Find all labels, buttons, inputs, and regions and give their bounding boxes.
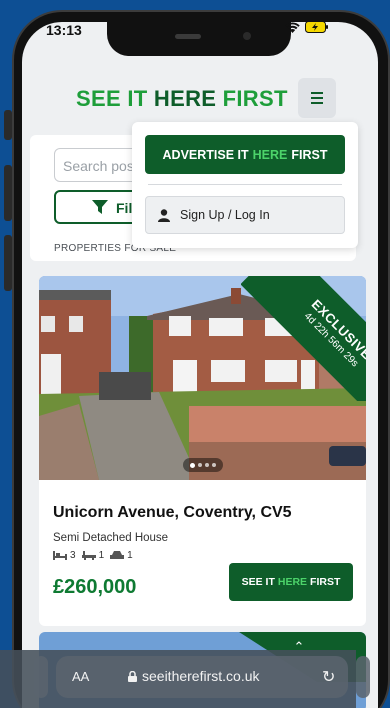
menu-button[interactable]	[298, 78, 336, 118]
property-price: £260,000	[53, 576, 137, 598]
tab-right[interactable]	[356, 656, 370, 698]
filter-icon	[92, 200, 108, 214]
see-it-here-first-button[interactable]: SEE IT HERE FIRST	[229, 563, 353, 601]
car-icon	[110, 551, 125, 559]
address-bar[interactable]: AA seeitherefirst.co.uk ↻	[56, 656, 348, 698]
lock-icon	[128, 670, 137, 682]
property-photo[interactable]: EXCLUSIVE 4d 22h 56m 29s	[39, 276, 366, 480]
property-features: 3 1 1	[53, 550, 133, 561]
property-card[interactable]: EXCLUSIVE 4d 22h 56m 29s Unicorn Avenue,…	[39, 276, 366, 626]
signup-login-button[interactable]: Sign Up / Log In	[145, 196, 345, 234]
url-text: seeitherefirst.co.uk	[142, 668, 260, 684]
wifi-icon	[285, 21, 300, 33]
text-size-button[interactable]: AA	[72, 669, 89, 684]
bed-icon	[53, 551, 67, 560]
phone-side-button	[4, 110, 12, 140]
carousel-dots[interactable]	[183, 458, 223, 472]
exclusive-ribbon: EXCLUSIVE 4d 22h 56m 29s	[241, 276, 366, 401]
hamburger-icon	[311, 92, 323, 94]
tab-left[interactable]	[34, 656, 48, 698]
battery-charging-icon	[305, 21, 328, 33]
scroll-up-icon[interactable]: ⌃	[284, 640, 314, 660]
user-icon	[158, 209, 170, 222]
phone-volume-down	[4, 235, 12, 291]
signal-icon	[264, 21, 279, 33]
status-time: 13:13	[46, 22, 82, 38]
advertise-button[interactable]: ADVERTISE IT HERE FIRST	[145, 135, 345, 174]
status-icons	[264, 21, 329, 33]
site-logo[interactable]: SEE IT HERE FIRST	[76, 86, 288, 112]
divider	[148, 184, 342, 185]
property-title[interactable]: Unicorn Avenue, Coventry, CV5	[53, 504, 292, 522]
bath-icon	[81, 551, 96, 560]
phone-volume-up	[4, 165, 12, 221]
reload-icon[interactable]: ↻	[322, 667, 335, 687]
property-type: Semi Detached House	[53, 532, 169, 544]
